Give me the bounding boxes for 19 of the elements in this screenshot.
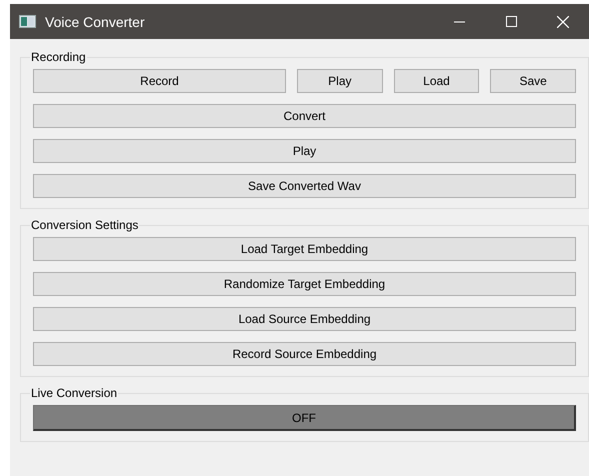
maximize-icon — [506, 16, 516, 27]
push-button[interactable]: Save — [490, 69, 576, 93]
group-title: Live Conversion — [30, 386, 118, 400]
app-icon — [19, 15, 36, 28]
close-icon — [557, 16, 569, 28]
push-button[interactable]: Save Converted Wav — [33, 174, 576, 198]
toggle-button[interactable]: OFF — [33, 405, 576, 431]
push-button[interactable]: Convert — [33, 104, 576, 128]
push-button[interactable]: Record Source Embedding — [33, 342, 576, 366]
push-button[interactable]: Play — [297, 69, 383, 93]
group-title: Recording — [30, 50, 87, 64]
push-button[interactable]: Load Target Embedding — [33, 237, 576, 261]
window-title: Voice Converter — [45, 14, 146, 30]
push-button[interactable]: Record — [33, 69, 286, 93]
push-button[interactable]: Load Source Embedding — [33, 307, 576, 331]
push-button[interactable]: Randomize Target Embedding — [33, 272, 576, 296]
group-title: Conversion Settings — [30, 218, 140, 232]
push-button[interactable]: Load — [394, 69, 480, 93]
push-button[interactable]: Play — [33, 139, 576, 163]
